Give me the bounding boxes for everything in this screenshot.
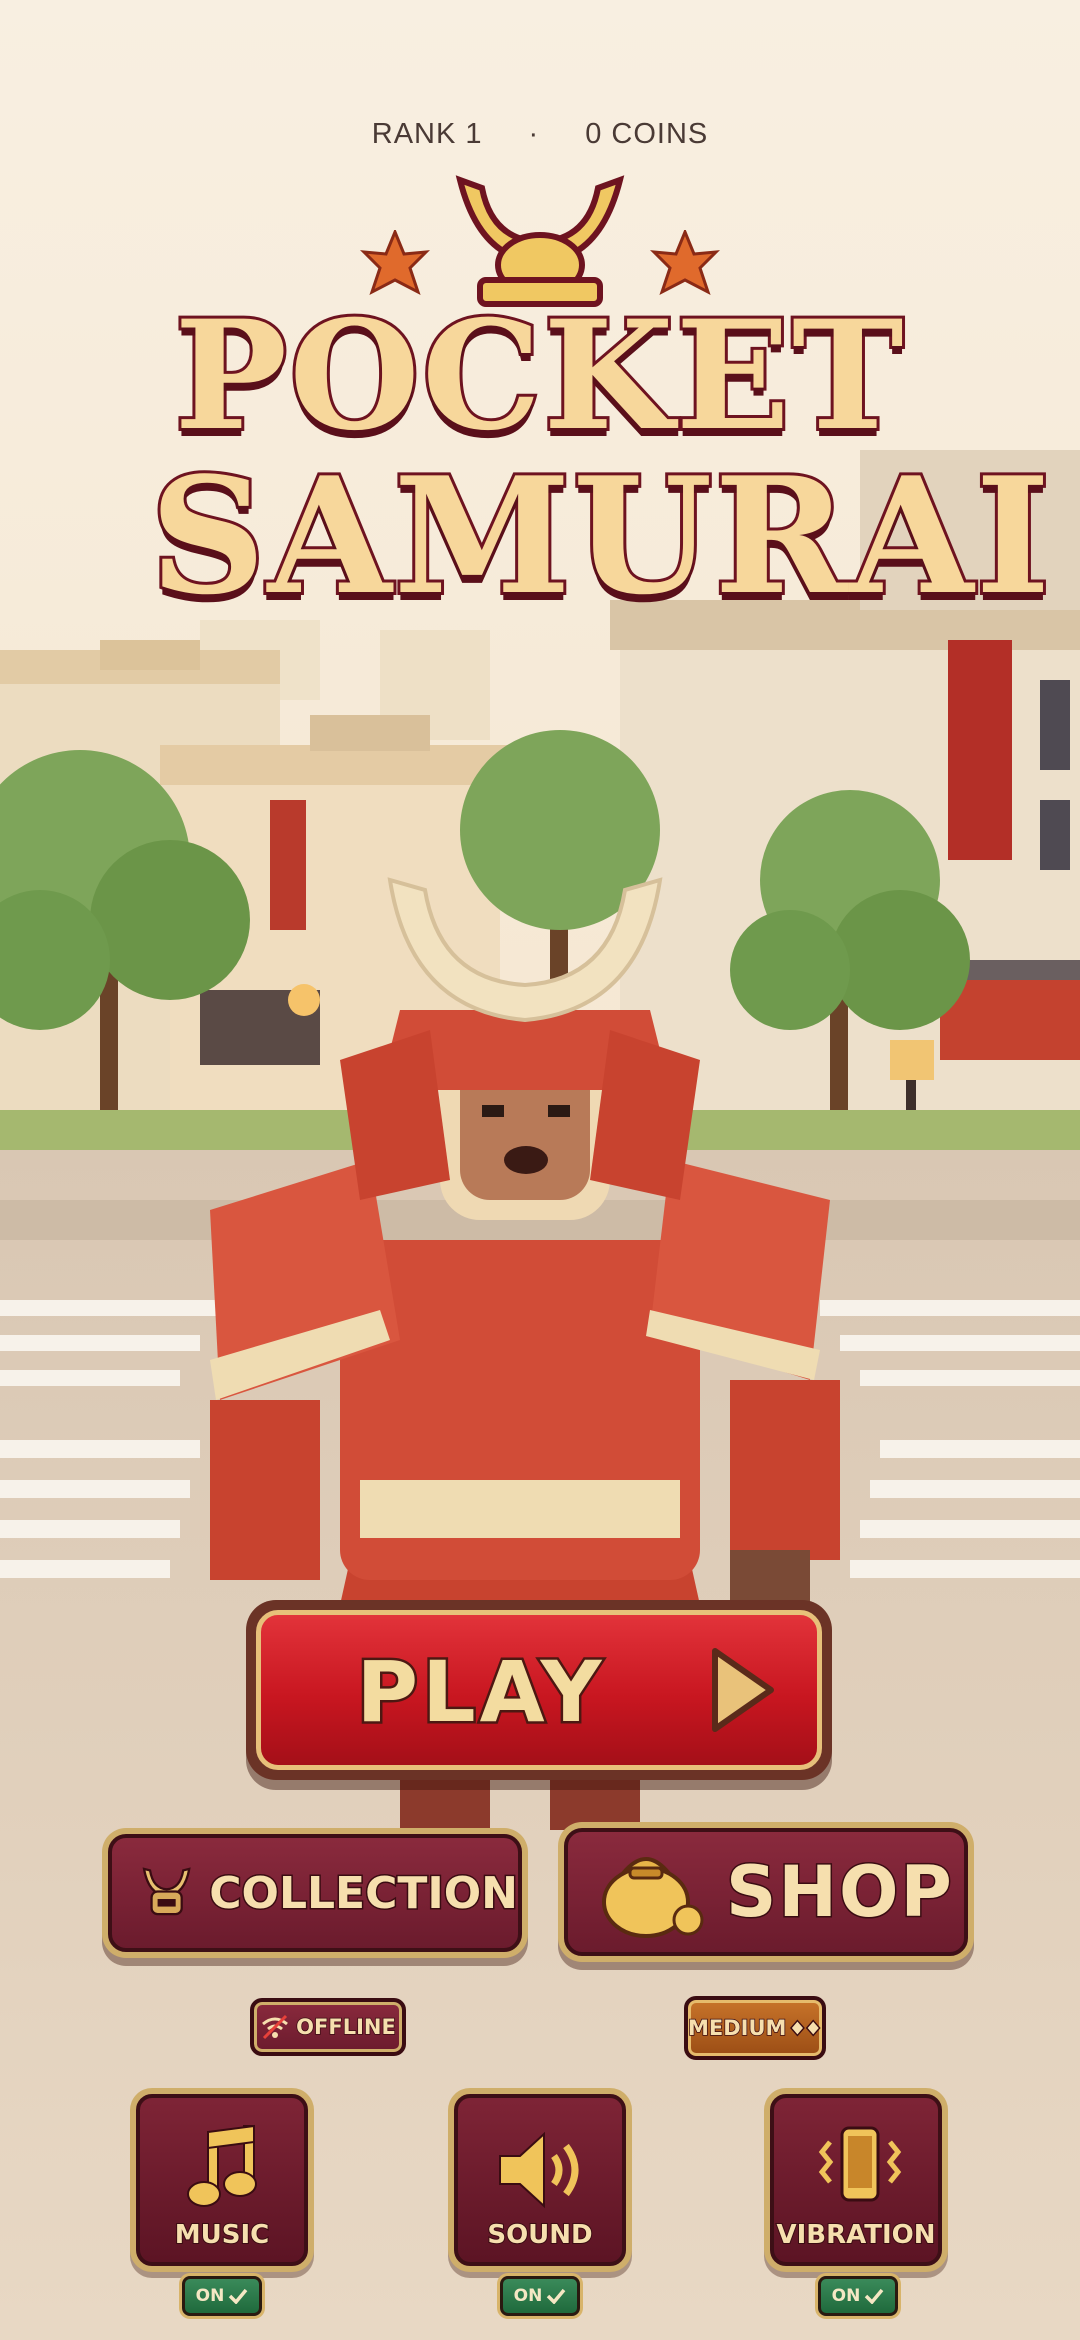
vibration-state-text: ON	[831, 2286, 861, 2306]
shop-button[interactable]: SHOP	[558, 1822, 974, 1962]
difficulty-label: MEDIUM	[687, 2015, 787, 2041]
vibration-toggle-face[interactable]: VIBRATION	[770, 2094, 942, 2266]
phone-vibration-icon	[818, 2126, 902, 2202]
play-arrow-icon	[712, 1648, 774, 1732]
music-note-icon	[187, 2124, 257, 2207]
difficulty-selector[interactable]: MEDIUM	[684, 1996, 826, 2060]
music-toggle[interactable]: MUSIC	[130, 2088, 314, 2272]
samurai-helmet-icon	[142, 1867, 191, 1916]
sound-toggle-face[interactable]: SOUND	[454, 2094, 626, 2266]
music-state-text: ON	[195, 2286, 225, 2306]
status-bar: RANK 1 · 0 COINS	[0, 118, 1080, 151]
shop-button-face[interactable]: SHOP	[564, 1828, 968, 1956]
shop-button-label: SHOP	[725, 1850, 954, 1935]
offline-indicator[interactable]: OFFLINE	[250, 1998, 406, 2056]
checkmark-icon	[865, 2288, 884, 2304]
logo-line-1: POCKET	[171, 285, 906, 467]
rank-text: RANK 1	[371, 118, 483, 150]
coins-text: 0 COINS	[585, 118, 709, 150]
play-button[interactable]: PLAY	[246, 1600, 832, 1780]
sound-toggle-label: SOUND	[486, 2219, 593, 2251]
play-button-face[interactable]: PLAY	[256, 1610, 822, 1770]
collection-button-label: COLLECTION	[208, 1866, 520, 1920]
diamond-pair-icon	[790, 2019, 822, 2037]
checkmark-icon	[547, 2288, 566, 2304]
vibration-toggle[interactable]: VIBRATION	[764, 2088, 948, 2272]
vibration-toggle-label: VIBRATION	[775, 2219, 936, 2251]
vibration-state-badge: ON	[818, 2276, 898, 2316]
speaker-icon	[499, 2131, 579, 2209]
game-logo: POCKET SAMURAI	[147, 170, 1053, 640]
music-state-badge: ON	[182, 2276, 262, 2316]
music-toggle-face[interactable]: MUSIC	[136, 2094, 308, 2266]
sound-state-badge: ON	[500, 2276, 580, 2316]
play-button-label: PLAY	[354, 1641, 606, 1744]
offline-label: OFFLINE	[295, 2014, 396, 2040]
logo-line-2: SAMURAI	[147, 439, 1053, 633]
sound-toggle[interactable]: SOUND	[448, 2088, 632, 2272]
coin-bag-icon	[602, 1857, 704, 1938]
sound-state-text: ON	[513, 2286, 543, 2306]
collection-button[interactable]: COLLECTION	[102, 1828, 528, 1958]
music-toggle-label: MUSIC	[174, 2219, 270, 2251]
collection-button-face[interactable]: COLLECTION	[108, 1834, 522, 1952]
checkmark-icon	[229, 2288, 248, 2304]
status-separator: ·	[528, 118, 540, 150]
wifi-off-icon	[262, 2014, 289, 2040]
